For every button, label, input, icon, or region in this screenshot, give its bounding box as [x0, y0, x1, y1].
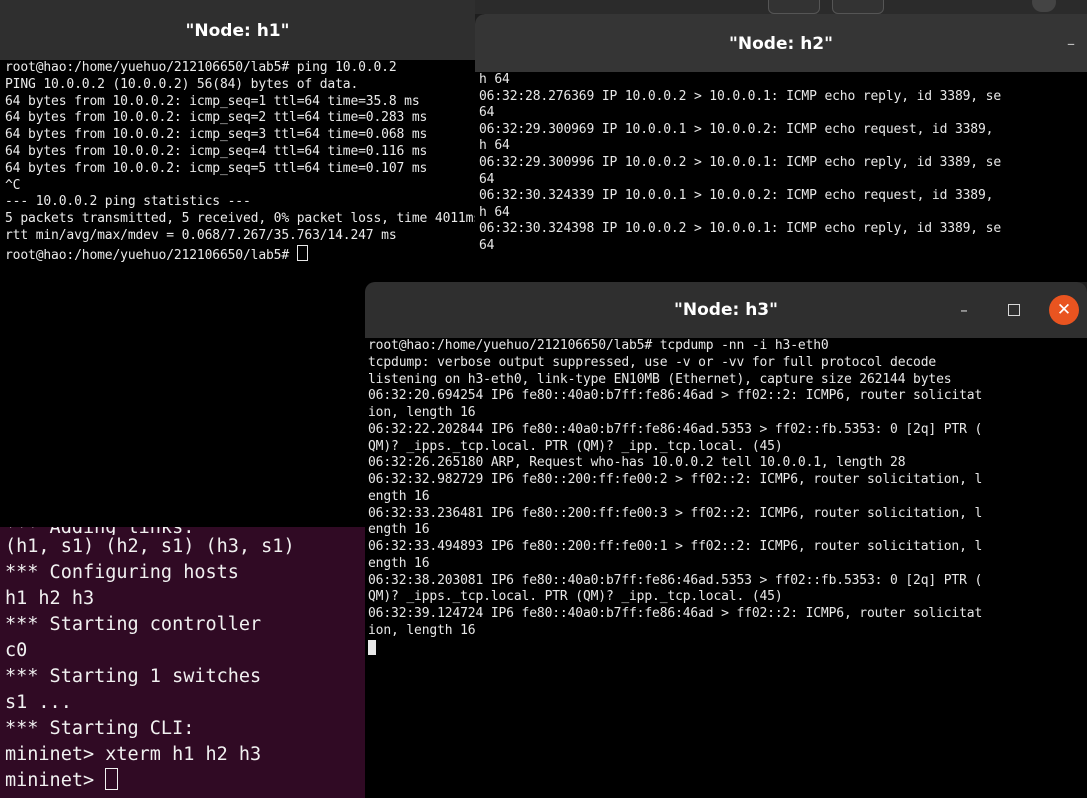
- output-line: (h1, s1) (h2, s1) (h3, s1): [5, 536, 295, 557]
- output-line: 06:32:33.236481 IP6 fe80::200:ff:fe00:3 …: [368, 505, 983, 521]
- output-line: QM)? _ipps._tcp.local. PTR (QM)? _ipp._t…: [368, 438, 783, 454]
- background-button: [768, 0, 820, 14]
- output-line: ength 16: [368, 522, 430, 538]
- minimize-icon[interactable]: –: [1067, 34, 1075, 53]
- output-line: PING 10.0.0.2 (10.0.0.2) 56(84) bytes of…: [5, 76, 359, 92]
- output-line: 06:32:29.300969 IP 10.0.0.1 > 10.0.0.2: …: [479, 121, 994, 137]
- output-line: --- 10.0.0.2 ping statistics ---: [5, 194, 251, 210]
- maximize-button[interactable]: [999, 295, 1029, 325]
- output-line: QM)? _ipps._tcp.local. PTR (QM)? _ipp._t…: [368, 589, 783, 605]
- output-line: 06:32:38.203081 IP6 fe80::40a0:b7ff:fe86…: [368, 572, 983, 588]
- output-line: *** Starting CLI:: [5, 718, 195, 739]
- output-line: *** Configuring hosts: [5, 562, 239, 583]
- cursor: [296, 244, 308, 261]
- output-line: root@hao:/home/yuehuo/212106650/lab5# pi…: [5, 60, 397, 75]
- close-icon: ✕: [1056, 300, 1072, 320]
- maximize-icon: [1008, 304, 1020, 316]
- output-line: h1 h2 h3: [5, 588, 95, 609]
- output-line: *** Starting controller: [5, 614, 262, 635]
- cursor: [105, 768, 119, 790]
- output-line: h 64: [479, 72, 510, 87]
- output-line: ^C: [5, 177, 21, 193]
- terminal-output: root@hao:/home/yuehuo/212106650/lab5# pi…: [5, 60, 475, 245]
- output-line: 06:32:28.276369 IP 10.0.0.2 > 10.0.0.1: …: [479, 88, 1002, 104]
- output-line: 06:32:32.982729 IP6 fe80::200:ff:fe00:2 …: [368, 472, 983, 487]
- output-line: 5 packets transmitted, 5 received, 0% pa…: [5, 211, 475, 227]
- background-button: [832, 0, 884, 14]
- prompt-line: [368, 639, 1087, 658]
- xterm-window-h3[interactable]: "Node: h3" – ✕ root@hao:/home/yuehuo/212…: [365, 282, 1087, 798]
- output-line: 64: [479, 171, 495, 187]
- output-line: tcpdump: verbose output suppressed, use …: [368, 354, 937, 370]
- mininet-cut-line: *** Adding links:: [0, 527, 194, 535]
- minimize-button[interactable]: –: [949, 295, 979, 325]
- output-line: h 64: [479, 138, 510, 154]
- output-line: ion, length 16: [368, 405, 476, 420]
- output-line: 06:32:22.202844 IP6 fe80::40a0:b7ff:fe86…: [368, 421, 983, 437]
- output-line: ion, length 16: [368, 622, 476, 638]
- window-controls: – ✕: [949, 295, 1079, 325]
- output-line: listening on h3-eth0, link-type EN10MB (…: [368, 371, 952, 387]
- prompt-line: root@hao:/home/yuehuo/212106650/lab5#: [5, 244, 475, 265]
- output-line: 06:32:29.300996 IP 10.0.0.2 > 10.0.0.1: …: [479, 154, 1002, 170]
- cursor: [368, 639, 376, 655]
- window-title-text: "Node: h2": [729, 34, 833, 54]
- terminal-h2[interactable]: h 64 06:32:28.276369 IP 10.0.0.2 > 10.0.…: [475, 72, 1087, 282]
- mininet-output: (h1, s1) (h2, s1) (h3, s1) *** Configuri…: [0, 534, 365, 768]
- output-line: 64 bytes from 10.0.0.2: icmp_seq=2 ttl=6…: [5, 110, 428, 126]
- terminal-output: h 64 06:32:28.276369 IP 10.0.0.2 > 10.0.…: [479, 72, 1087, 255]
- output-line: rtt min/avg/max/mdev = 0.068/7.267/35.76…: [5, 227, 397, 243]
- output-line: 64 bytes from 10.0.0.2: icmp_seq=3 ttl=6…: [5, 127, 428, 143]
- output-line: c0: [5, 640, 28, 661]
- output-line: ength 16: [368, 488, 430, 504]
- minimize-icon: –: [960, 301, 968, 319]
- output-line: h 64: [479, 204, 510, 220]
- output-line: 06:32:20.694254 IP6 fe80::40a0:b7ff:fe86…: [368, 388, 983, 404]
- output-line: 64 bytes from 10.0.0.2: icmp_seq=4 ttl=6…: [5, 143, 428, 159]
- window-title-text: "Node: h3": [674, 300, 778, 320]
- terminal-h3[interactable]: root@hao:/home/yuehuo/212106650/lab5# tc…: [365, 338, 1087, 798]
- output-line: 06:32:33.494893 IP6 fe80::200:ff:fe00:1 …: [368, 539, 983, 554]
- output-line: 64 bytes from 10.0.0.2: icmp_seq=1 ttl=6…: [5, 93, 420, 109]
- background-close-icon: [1032, 0, 1056, 12]
- output-line: 06:32:30.324398 IP 10.0.0.2 > 10.0.0.1: …: [479, 221, 1002, 237]
- output-line: 64: [479, 237, 495, 253]
- close-button[interactable]: ✕: [1049, 295, 1079, 325]
- output-line: ength 16: [368, 555, 430, 571]
- output-line: root@hao:/home/yuehuo/212106650/lab5# tc…: [368, 338, 829, 353]
- output-line: mininet> xterm h1 h2 h3: [5, 744, 262, 765]
- terminal-output: root@hao:/home/yuehuo/212106650/lab5# tc…: [368, 338, 1087, 640]
- window-title-h1[interactable]: "Node: h1": [0, 0, 475, 60]
- output-line: 06:32:39.124724 IP6 fe80::40a0:b7ff:fe86…: [368, 606, 983, 621]
- output-line: *** Starting 1 switches: [5, 666, 262, 687]
- shell-prompt: root@hao:/home/yuehuo/212106650/lab5#: [5, 247, 297, 263]
- mininet-terminal[interactable]: *** Adding links: (h1, s1) (h2, s1) (h3,…: [0, 527, 365, 798]
- mininet-prompt: mininet>: [5, 770, 106, 791]
- mininet-prompt-line: mininet>: [0, 768, 365, 794]
- output-line: 64: [479, 105, 495, 121]
- output-line: 64 bytes from 10.0.0.2: icmp_seq=5 ttl=6…: [5, 160, 428, 176]
- xterm-window-h2[interactable]: "Node: h2" – h 64 06:32:28.276369 IP 10.…: [475, 14, 1087, 282]
- output-line: 06:32:26.265180 ARP, Request who-has 10.…: [368, 455, 906, 471]
- output-line: 06:32:30.324339 IP 10.0.0.1 > 10.0.0.2: …: [479, 188, 994, 204]
- output-line: s1 ...: [5, 692, 72, 713]
- window-title-h2[interactable]: "Node: h2": [475, 14, 1087, 72]
